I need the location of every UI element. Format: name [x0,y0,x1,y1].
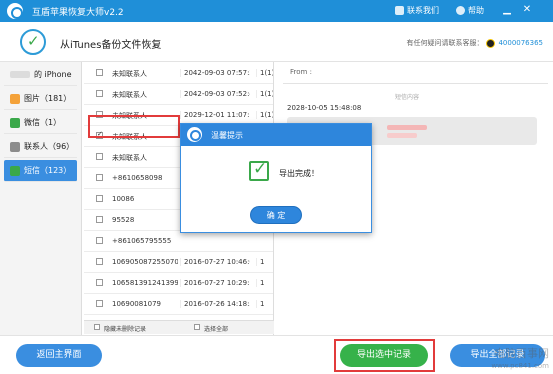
row-checkbox[interactable] [96,153,103,160]
row-count: 1 [256,258,273,266]
row-time: 2042-09-03 07:52:45 [180,90,250,98]
row-count: 1 [256,300,273,308]
contacts-icon [10,141,20,152]
row-contact: 106581391241399653 [112,279,178,287]
app-logo-icon [7,3,23,19]
row-count: 1(1) [256,90,273,98]
row-contact: 10086 [112,195,135,203]
select-all-label: 选择全部 [204,326,229,333]
help-label: 帮助 [468,6,484,15]
row-checkbox[interactable] [96,216,103,223]
row-time: 2042-09-03 07:57:25 [180,69,250,77]
title-bar: 互盾苹果恢复大师v2.2 联系我们 帮助 ▁ ✕ [0,0,553,22]
sidebar-item-sms[interactable]: 短信（123） [4,160,77,182]
back-to-main-button[interactable]: 返回主界面 [16,344,102,367]
row-count: 1(1) [256,111,273,119]
page-title: 从iTunes备份文件恢复 [60,40,162,51]
from-label: From : [290,68,312,76]
dialog-ok-button[interactable]: 确 定 [250,206,302,224]
success-check-icon [249,159,269,181]
watermark-line2: www.pc841.com [491,362,549,370]
watermark-line1: 电脑百事网 [494,347,549,360]
sms-icon [10,165,20,176]
row-contact: 未知联系人 [112,70,147,78]
wechat-icon [10,117,20,128]
sidebar-item-label: 图片（181） [24,94,72,103]
customer-service-contact: 有任何疑问请联系客服： 4000076365 [406,38,543,48]
photos-icon [10,93,20,104]
row-count: 1(1) [256,69,273,77]
page-header: 从iTunes备份文件恢复 有任何疑问请联系客服： 4000076365 [0,22,553,62]
row-contact: 106905087255070205 [112,258,178,266]
row-contact: 95528 [112,216,135,224]
list-footer: 隐藏未删除记录 选择全部 [84,320,274,334]
divider [283,83,548,84]
table-row[interactable]: 10690081079 2016-07-26 14:18:54 1 [84,294,273,315]
row-checkbox[interactable] [96,258,103,265]
row-checkbox[interactable] [96,90,103,97]
contact-us-button[interactable]: 联系我们 [395,5,439,16]
redacted-text [387,125,427,130]
row-checkbox[interactable] [96,237,103,244]
row-time: 2016-07-27 10:46:01 [180,258,250,266]
table-row[interactable]: 1069050872550702052016-07-27 10:46:01 1 [84,252,273,273]
restore-logo-icon [20,29,46,55]
app-title: 互盾苹果恢复大师v2.2 [32,8,124,18]
sidebar-item-device[interactable]: 的 iPhone [4,64,77,86]
message-date: 2028-10-05 15:48:08 [287,104,362,112]
category-sidebar: 的 iPhone 图片（181） 微信（1） 联系人（96） 短信（123） [0,62,82,335]
dialog-title: 温馨提示 [211,131,243,140]
table-row[interactable]: +861065795555 [84,231,273,252]
qq-icon [486,38,496,48]
row-time: 2016-07-26 14:18:54 [180,300,250,308]
help-icon [456,6,465,15]
hide-unselected-checkbox[interactable] [94,324,100,330]
contact-prompt: 有任何疑问请联系客服： [406,39,484,47]
dialog-message: 导出完成！ [279,169,319,178]
mail-icon [395,6,404,15]
export-selected-button[interactable]: 导出选中记录 [340,344,428,367]
sidebar-item-label: 微信（1） [24,118,62,127]
sidebar-item-label: 短信（123） [24,166,72,175]
redacted-text [387,133,417,138]
sidebar-item-label: 联系人（96） [24,142,75,151]
row-contact: +8610658098 [112,174,163,182]
selected-row-highlight [88,115,180,138]
table-row[interactable]: 未知联系人 2042-09-03 07:57:25 1(1) [84,63,273,84]
row-checkbox[interactable] [96,174,103,181]
row-checkbox[interactable] [96,300,103,307]
row-contact: +861065795555 [112,237,172,245]
sidebar-item-wechat[interactable]: 微信（1） [4,112,77,134]
sidebar-item-contacts[interactable]: 联系人（96） [4,136,77,158]
contact-us-label: 联系我们 [407,6,439,15]
sms-content-label: 短信内容 [395,94,420,101]
qq-number-link[interactable]: 4000076365 [498,39,543,47]
table-row[interactable]: 未知联系人 2042-09-03 07:52:45 1(1) [84,84,273,105]
row-checkbox[interactable] [96,195,103,202]
row-time: 2016-07-27 10:29:13 [180,279,250,287]
watermark: 电脑百事网 www.pc841.com [491,348,549,372]
help-button[interactable]: 帮助 [456,5,484,16]
bottom-bar: 返回主界面 导出选中记录 导出全部记录 [0,335,553,374]
row-checkbox[interactable] [96,69,103,76]
device-name-redacted [10,71,30,78]
select-all-checkbox[interactable] [194,324,200,330]
close-button[interactable]: ✕ [520,3,534,17]
row-checkbox[interactable] [96,279,103,286]
row-time: 2029-12-01 11:07:14 [180,111,250,119]
hide-unselected-label: 隐藏未删除记录 [104,326,147,333]
device-label: 的 iPhone [34,70,72,79]
row-contact: 10690081079 [112,300,161,308]
row-count: 1 [256,279,273,287]
minimize-button[interactable]: ▁ [500,3,514,17]
table-row[interactable]: 1065813912413996532016-07-27 10:29:13 1 [84,273,273,294]
row-contact: 未知联系人 [112,154,147,162]
app-logo-icon [187,127,202,142]
notice-dialog: 温馨提示 导出完成！ 确 定 [180,123,372,233]
row-contact: 未知联系人 [112,91,147,99]
dialog-header: 温馨提示 [181,124,371,146]
sidebar-item-photos[interactable]: 图片（181） [4,88,77,110]
